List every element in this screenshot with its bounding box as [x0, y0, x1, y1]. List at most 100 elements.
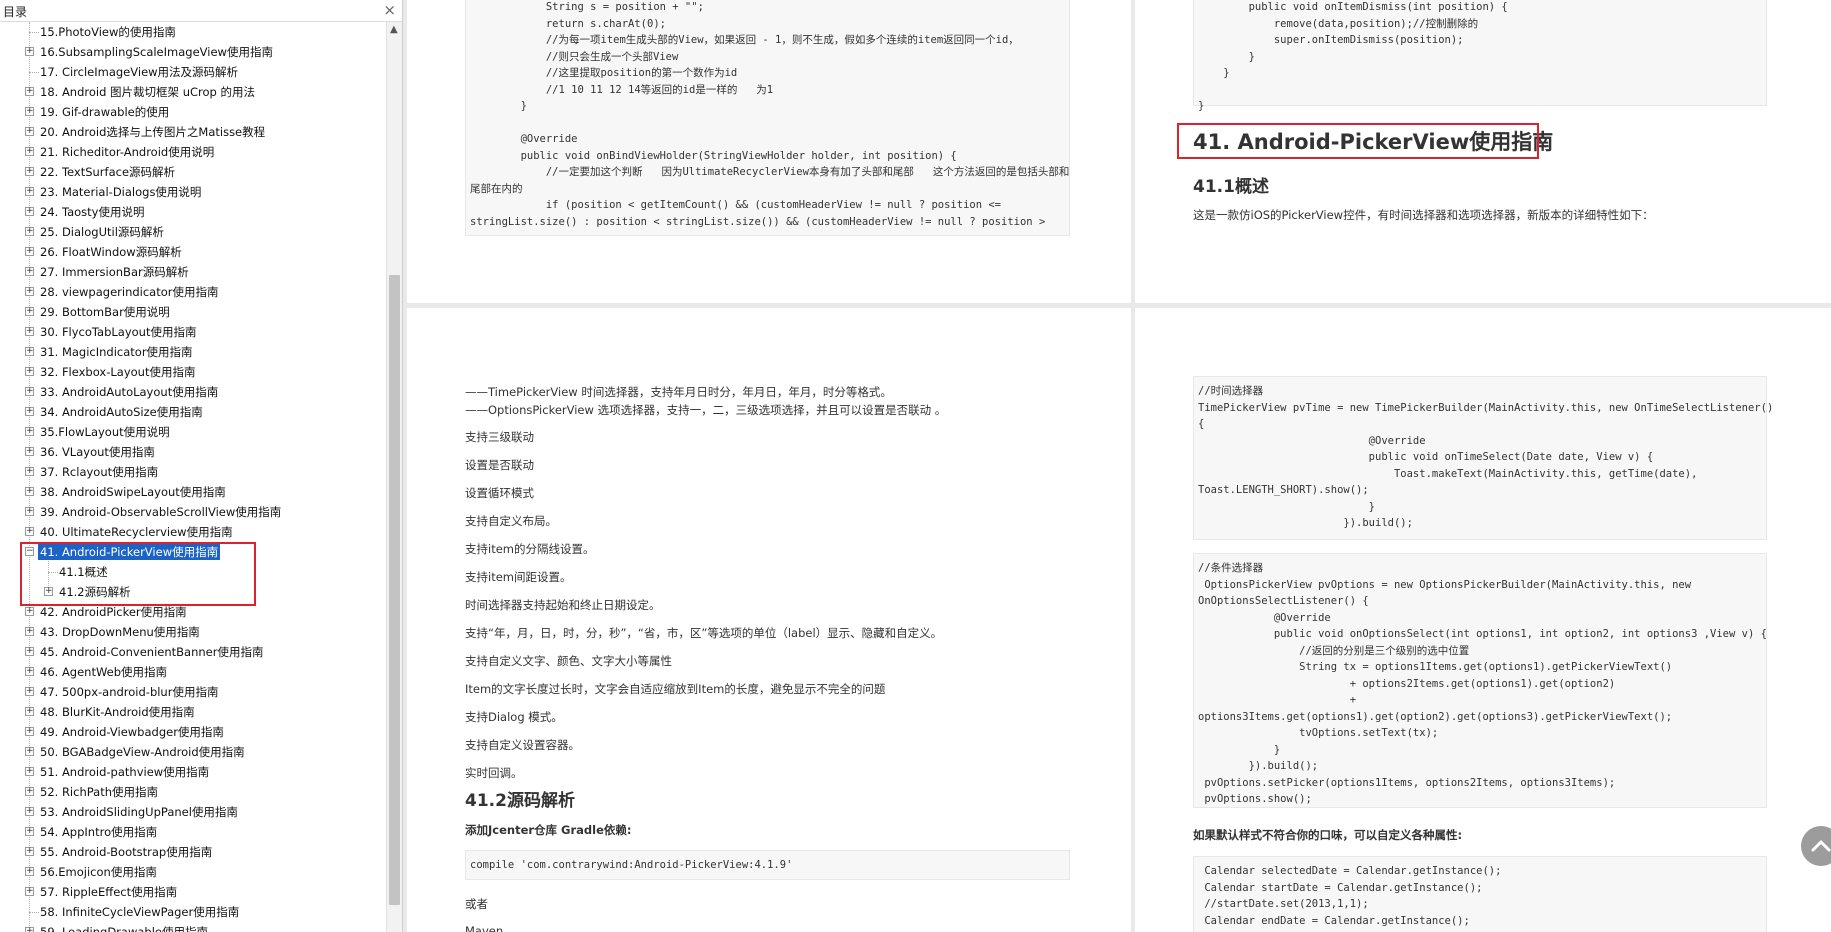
toc-item[interactable]: +40. UltimateRecyclerview使用指南 — [0, 522, 385, 542]
expand-icon[interactable]: + — [25, 527, 34, 536]
toc-item[interactable]: +54. AppIntro使用指南 — [0, 822, 385, 842]
document-page-top-right: public void onItemDismiss(int position) … — [1135, 0, 1831, 303]
feature-line: 支持“年，月，日，时，分，秒”，“省，市，区”等选项的单位（label）显示、隐… — [465, 626, 943, 640]
expand-icon[interactable]: + — [25, 747, 34, 756]
feature-line: 实时回调。 — [465, 766, 523, 780]
toc-item[interactable]: +29. BottomBar使用说明 — [0, 302, 385, 322]
toc-item[interactable]: +26. FloatWindow源码解析 — [0, 242, 385, 262]
expand-icon[interactable]: + — [25, 187, 34, 196]
toc-item[interactable]: +55. Android-Bootstrap使用指南 — [0, 842, 385, 862]
expand-icon[interactable]: + — [25, 147, 34, 156]
sidebar-header: 目录 × — [0, 0, 402, 22]
expand-icon[interactable]: + — [25, 867, 34, 876]
expand-icon[interactable]: + — [25, 287, 34, 296]
toc-item[interactable]: +30. FlycoTabLayout使用指南 — [0, 322, 385, 342]
toc-item[interactable]: +37. Rclayout使用指南 — [0, 462, 385, 482]
expand-icon[interactable]: + — [25, 247, 34, 256]
expand-icon[interactable]: + — [25, 107, 34, 116]
toc-item-label: 49. Android-Viewbadger使用指南 — [40, 725, 224, 739]
toc-item[interactable]: +25. DialogUtil源码解析 — [0, 222, 385, 242]
close-icon[interactable]: × — [383, 1, 396, 19]
toc-item[interactable]: +52. RichPath使用指南 — [0, 782, 385, 802]
expand-icon[interactable]: + — [25, 167, 34, 176]
expand-icon[interactable]: + — [25, 227, 34, 236]
options-picker-code: //条件选择器 OptionsPickerView pvOptions = ne… — [1193, 553, 1767, 808]
expand-icon[interactable]: + — [25, 707, 34, 716]
toc-item[interactable]: +31. MagicIndicator使用指南 — [0, 342, 385, 362]
toc-item[interactable]: +36. VLayout使用指南 — [0, 442, 385, 462]
sidebar-scrollbar[interactable]: ▲ — [386, 22, 402, 932]
expand-icon[interactable]: + — [25, 487, 34, 496]
toc-item[interactable]: +28. viewpagerindicator使用指南 — [0, 282, 385, 302]
expand-icon[interactable]: + — [25, 887, 34, 896]
expand-icon[interactable]: + — [25, 927, 34, 932]
toc-item[interactable]: +19. Gif-drawable的使用 — [0, 102, 385, 122]
toc-item[interactable]: +47. 500px-android-blur使用指南 — [0, 682, 385, 702]
expand-icon[interactable]: + — [25, 847, 34, 856]
toc-item-label: 42. AndroidPicker使用指南 — [40, 605, 187, 619]
toc-item[interactable]: 58. InfiniteCycleViewPager使用指南 — [0, 902, 385, 922]
toc-item[interactable]: +46. AgentWeb使用指南 — [0, 662, 385, 682]
code-block: public void onItemDismiss(int position) … — [1193, 0, 1767, 112]
toc-item[interactable]: +32. Flexbox-Layout使用指南 — [0, 362, 385, 382]
feature-line: 支持item间距设置。 — [465, 570, 572, 584]
expand-icon[interactable]: + — [25, 327, 34, 336]
expand-icon[interactable]: + — [25, 607, 34, 616]
expand-icon[interactable]: + — [25, 127, 34, 136]
toc-item-label: 59. LoadingDrawable使用指南 — [40, 925, 208, 932]
expand-icon[interactable]: + — [25, 367, 34, 376]
toc-item[interactable]: +18. Android 图片裁切框架 uCrop 的用法 — [0, 82, 385, 102]
toc-item[interactable]: +51. Android-pathview使用指南 — [0, 762, 385, 782]
expand-icon[interactable]: + — [25, 267, 34, 276]
subheading-41-1: 41.1概述 — [1193, 177, 1269, 197]
expand-icon[interactable]: + — [25, 387, 34, 396]
toc-item[interactable]: +43. DropDownMenu使用指南 — [0, 622, 385, 642]
toc-item[interactable]: +39. Android-ObservableScrollView使用指南 — [0, 502, 385, 522]
expand-icon[interactable]: + — [25, 687, 34, 696]
toc-item[interactable]: +35.FlowLayout使用说明 — [0, 422, 385, 442]
expand-icon[interactable]: + — [25, 667, 34, 676]
toc-item[interactable]: +16.SubsamplingScaleImageView使用指南 — [0, 42, 385, 62]
expand-icon[interactable]: + — [25, 727, 34, 736]
toc-item[interactable]: +49. Android-Viewbadger使用指南 — [0, 722, 385, 742]
toc-item[interactable]: 15.PhotoView的使用指南 — [0, 22, 385, 42]
toc-item[interactable]: +24. Taosty使用说明 — [0, 202, 385, 222]
expand-icon[interactable]: + — [25, 307, 34, 316]
expand-icon[interactable]: + — [25, 407, 34, 416]
toc-item[interactable]: +22. TextSurface源码解析 — [0, 162, 385, 182]
toc-item[interactable]: +59. LoadingDrawable使用指南 — [0, 922, 385, 932]
toc-item[interactable]: +23. Material-Dialogs使用说明 — [0, 182, 385, 202]
toc-item-label: 36. VLayout使用指南 — [40, 445, 155, 459]
scrollbar-thumb[interactable] — [389, 275, 400, 905]
expand-icon[interactable]: + — [25, 787, 34, 796]
expand-icon[interactable]: + — [25, 507, 34, 516]
expand-icon[interactable]: + — [25, 87, 34, 96]
expand-icon[interactable]: + — [25, 47, 34, 56]
expand-icon[interactable]: + — [25, 207, 34, 216]
toc-item-label: 34. AndroidAutoSize使用指南 — [40, 405, 203, 419]
toc-item[interactable]: +20. Android选择与上传图片之Matisse教程 — [0, 122, 385, 142]
toc-item[interactable]: +33. AndroidAutoLayout使用指南 — [0, 382, 385, 402]
toc-item[interactable]: +34. AndroidAutoSize使用指南 — [0, 402, 385, 422]
toc-item-label: 40. UltimateRecyclerview使用指南 — [40, 525, 233, 539]
scroll-up-icon[interactable]: ▲ — [390, 24, 398, 35]
expand-icon[interactable]: + — [25, 427, 34, 436]
toc-item[interactable]: +56.Emojicon使用指南 — [0, 862, 385, 882]
expand-icon[interactable]: + — [25, 447, 34, 456]
toc-item[interactable]: 17. CircleImageView用法及源码解析 — [0, 62, 385, 82]
toc-item[interactable]: +53. AndroidSlidingUpPanel使用指南 — [0, 802, 385, 822]
expand-icon[interactable]: + — [25, 347, 34, 356]
expand-icon[interactable]: + — [25, 647, 34, 656]
expand-icon[interactable]: + — [25, 627, 34, 636]
toc-item[interactable]: +48. BlurKit-Android使用指南 — [0, 702, 385, 722]
toc-item[interactable]: +45. Android-ConvenientBanner使用指南 — [0, 642, 385, 662]
toc-item[interactable]: +27. ImmersionBar源码解析 — [0, 262, 385, 282]
toc-item[interactable]: +38. AndroidSwipeLayout使用指南 — [0, 482, 385, 502]
expand-icon[interactable]: + — [25, 807, 34, 816]
expand-icon[interactable]: + — [25, 767, 34, 776]
expand-icon[interactable]: + — [25, 827, 34, 836]
expand-icon[interactable]: + — [25, 467, 34, 476]
toc-item[interactable]: +50. BGABadgeView-Android使用指南 — [0, 742, 385, 762]
toc-item[interactable]: +57. RippleEffect使用指南 — [0, 882, 385, 902]
toc-item[interactable]: +21. Richeditor-Android使用说明 — [0, 142, 385, 162]
